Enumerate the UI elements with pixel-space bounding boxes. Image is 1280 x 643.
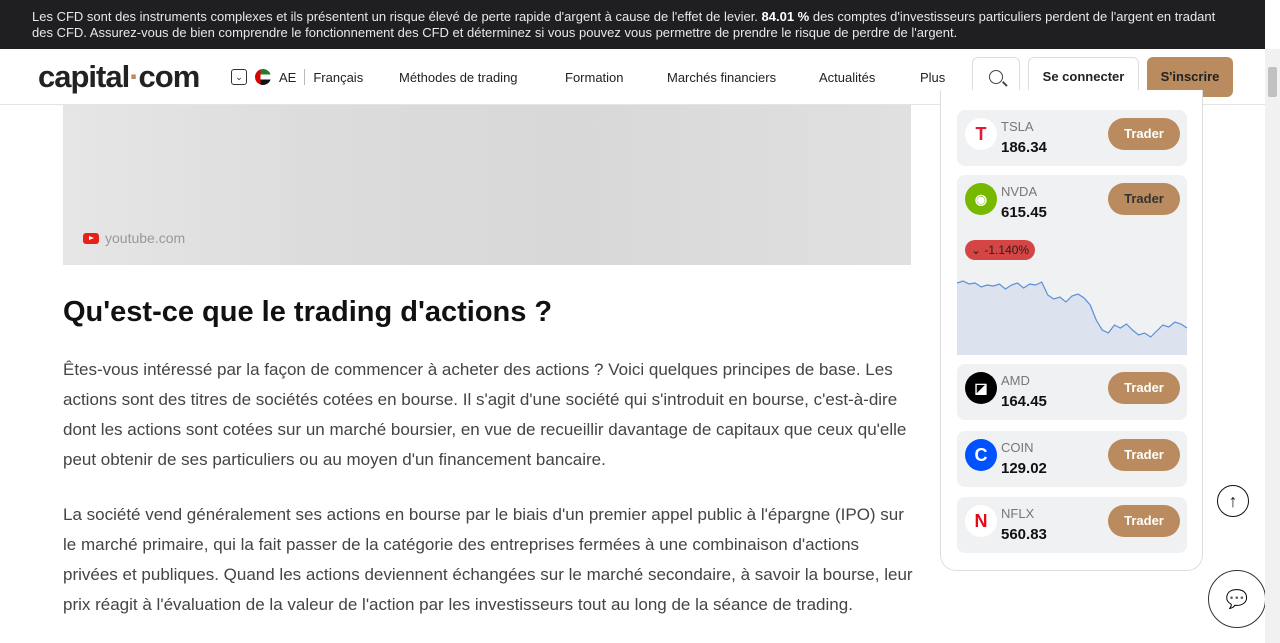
logo-dot: · bbox=[129, 59, 139, 94]
stock-price: 560.83 bbox=[1001, 526, 1047, 543]
chat-button[interactable]: 💬 bbox=[1208, 570, 1266, 628]
risk-warning-banner: Les CFD sont des instruments complexes e… bbox=[0, 0, 1265, 49]
article-heading: Qu'est-ce que le trading d'actions ? bbox=[63, 296, 553, 328]
uae-flag-icon bbox=[255, 69, 271, 85]
language-label[interactable]: Français bbox=[313, 70, 363, 85]
stocks-panel: T TSLA 186.34 Trader ◉ NVDA 615.45 Trade… bbox=[940, 90, 1203, 571]
youtube-source[interactable]: youtube.com bbox=[83, 230, 185, 246]
stock-price: 186.34 bbox=[1001, 139, 1047, 156]
chat-icon: 💬 bbox=[1225, 589, 1249, 609]
stock-symbol: COIN bbox=[1001, 440, 1034, 455]
nav-more[interactable]: Plus bbox=[920, 70, 945, 85]
stock-symbol: NFLX bbox=[1001, 506, 1035, 521]
amd-logo-icon: ◪ bbox=[965, 372, 997, 404]
trade-button[interactable]: Trader bbox=[1108, 439, 1180, 471]
stock-price: 129.02 bbox=[1001, 460, 1047, 477]
trade-button[interactable]: Trader bbox=[1108, 118, 1180, 150]
chevron-down-icon: ⌄ bbox=[971, 243, 985, 257]
logo-text-2: com bbox=[138, 59, 201, 94]
coinbase-logo-icon: C bbox=[965, 439, 997, 471]
chevron-down-icon[interactable]: ⌄ bbox=[231, 69, 247, 85]
banner-percent: 84.01 % bbox=[761, 9, 810, 24]
nav-trading-methods[interactable]: Méthodes de trading bbox=[399, 70, 518, 85]
scroll-to-top-button[interactable]: ↑ bbox=[1217, 485, 1249, 517]
stock-row-tsla[interactable]: T TSLA 186.34 Trader bbox=[957, 110, 1187, 166]
nvidia-logo-icon: ◉ bbox=[965, 183, 997, 215]
change-value: -1.140% bbox=[984, 243, 1030, 257]
stock-row-amd[interactable]: ◪ AMD 164.45 Trader bbox=[957, 364, 1187, 420]
scrollbar[interactable] bbox=[1265, 49, 1280, 643]
trade-button[interactable]: Trader bbox=[1108, 372, 1180, 404]
logo-text: capital bbox=[38, 59, 130, 94]
banner-text: Les CFD sont des instruments complexes e… bbox=[32, 9, 762, 24]
trade-button[interactable]: Trader bbox=[1108, 505, 1180, 537]
sparkline-area bbox=[957, 281, 1187, 355]
netflix-logo-icon: N bbox=[965, 505, 997, 537]
change-badge: ⌄ -1.140% bbox=[965, 240, 1036, 260]
stock-row-coin[interactable]: C COIN 129.02 Trader bbox=[957, 431, 1187, 487]
article-paragraph: La société vend généralement ses actions… bbox=[63, 505, 913, 614]
stock-symbol: AMD bbox=[1001, 373, 1030, 388]
video-source-label: youtube.com bbox=[105, 230, 186, 246]
logo[interactable]: capital·com bbox=[38, 59, 201, 95]
trade-button[interactable]: Trader bbox=[1108, 183, 1180, 215]
youtube-icon bbox=[83, 232, 99, 244]
nav-formation[interactable]: Formation bbox=[565, 70, 624, 85]
video-embed[interactable]: youtube.com bbox=[63, 105, 911, 265]
nav-news[interactable]: Actualités bbox=[819, 70, 875, 85]
stock-row-nflx[interactable]: N NFLX 560.83 Trader bbox=[957, 497, 1187, 553]
tesla-logo-icon: T bbox=[965, 118, 997, 150]
stock-row-nvda[interactable]: ◉ NVDA 615.45 Trader ⌄ -1.140% bbox=[957, 175, 1187, 355]
stock-price: 164.45 bbox=[1001, 393, 1047, 410]
article-paragraph: Êtes-vous intéressé par la façon de comm… bbox=[63, 360, 907, 469]
divider bbox=[304, 69, 306, 85]
nav-markets[interactable]: Marchés financiers bbox=[667, 70, 776, 85]
stock-symbol: TSLA bbox=[1001, 119, 1034, 134]
scrollbar-thumb[interactable] bbox=[1268, 67, 1277, 97]
region-label: AE bbox=[279, 69, 297, 85]
stock-symbol: NVDA bbox=[1001, 184, 1038, 199]
stock-price: 615.45 bbox=[1001, 204, 1047, 221]
region-language-selector[interactable]: ⌄ AE Français bbox=[231, 69, 363, 85]
price-sparkline bbox=[957, 280, 1187, 355]
